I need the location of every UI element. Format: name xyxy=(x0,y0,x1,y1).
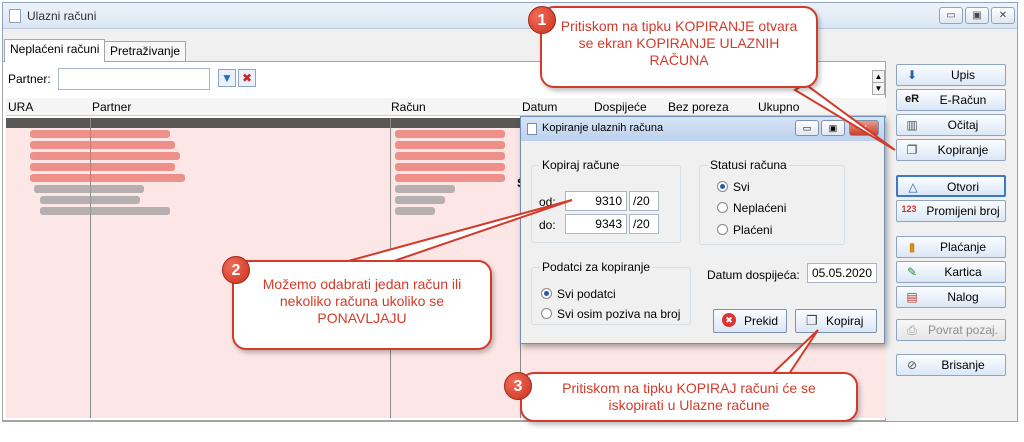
callout-1: Pritiskom na tipku KOPIRANJE otvara se e… xyxy=(540,6,818,88)
callout-2: Možemo odabrati jedan račun ili nekoliko… xyxy=(232,260,492,350)
callout-1-pointer xyxy=(793,82,896,151)
callout-1-badge: 1 xyxy=(528,6,556,34)
callout-3-badge: 3 xyxy=(504,372,532,400)
callout-2-badge: 2 xyxy=(222,256,250,284)
callout-3: Pritiskom na tipku KOPIRAJ računi će se … xyxy=(520,372,858,422)
